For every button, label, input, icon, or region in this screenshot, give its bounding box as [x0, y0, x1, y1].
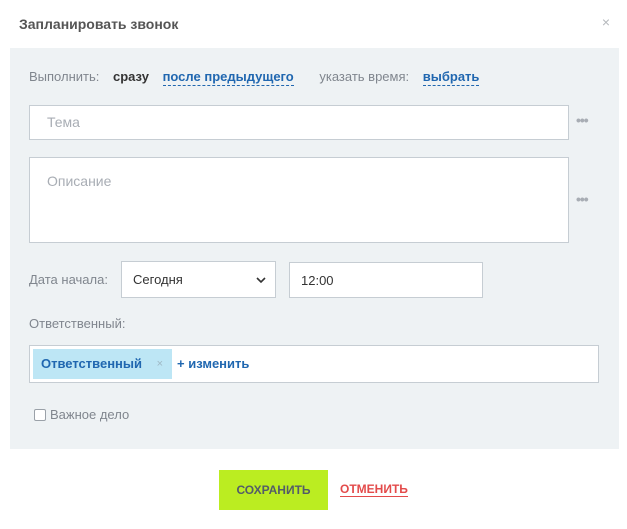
save-button[interactable]: СОХРАНИТЬ: [219, 470, 328, 510]
form-panel: Выполнить: сразу после предыдущего указа…: [10, 48, 619, 449]
schedule-call-dialog: Запланировать звонок × Выполнить: сразу …: [0, 0, 627, 529]
close-icon[interactable]: ×: [602, 14, 610, 30]
cancel-button[interactable]: ОТМЕНИТЬ: [340, 483, 408, 497]
change-responsible-link[interactable]: + изменить: [177, 356, 249, 371]
responsible-tag: Ответственный ×: [33, 349, 172, 379]
execute-after-previous-link[interactable]: после предыдущего: [162, 69, 294, 86]
start-date-label: Дата начала:: [29, 272, 108, 287]
dialog-header: Запланировать звонок ×: [0, 0, 627, 48]
execute-label: Выполнить:: [29, 69, 100, 84]
responsible-label: Ответственный:: [29, 316, 126, 331]
dialog-title: Запланировать звонок: [19, 16, 179, 32]
responsible-field: Ответственный × + изменить: [29, 345, 599, 383]
description-textarea[interactable]: Описание: [29, 157, 569, 243]
start-date-value: Сегодня: [133, 272, 183, 287]
remove-tag-icon[interactable]: ×: [157, 349, 163, 379]
start-time-input[interactable]: 12:00: [289, 262, 483, 298]
responsible-tag-label: Ответственный: [41, 356, 142, 371]
important-checkbox[interactable]: [34, 408, 46, 421]
chevron-down-icon: [256, 277, 266, 284]
more-dots-icon[interactable]: •••: [576, 112, 589, 128]
important-row: Важное дело: [34, 407, 129, 422]
specify-time-label: указать время:: [319, 69, 410, 84]
start-date-select[interactable]: Сегодня: [121, 261, 276, 298]
more-dots-icon[interactable]: •••: [576, 191, 589, 207]
important-label: Важное дело: [50, 407, 130, 422]
execute-now-option[interactable]: сразу: [113, 69, 149, 84]
choose-time-link[interactable]: выбрать: [422, 69, 480, 86]
subject-input[interactable]: Тема: [29, 105, 569, 140]
execute-row: Выполнить: сразу после предыдущего указа…: [29, 69, 480, 86]
